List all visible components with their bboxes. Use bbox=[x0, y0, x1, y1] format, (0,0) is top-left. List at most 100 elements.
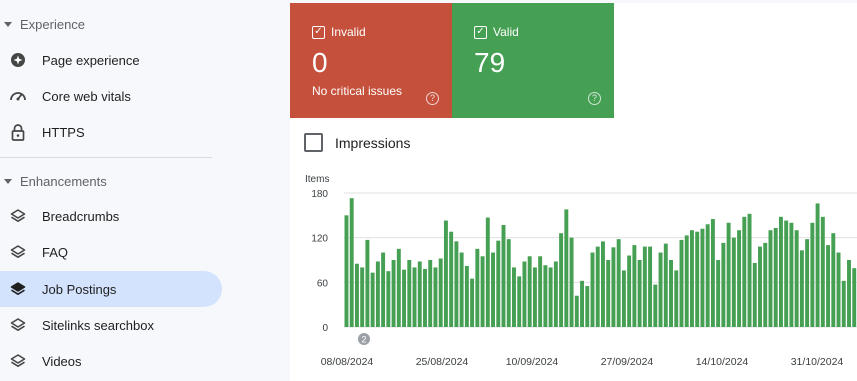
sidebar-item-page-experience[interactable]: Page experience bbox=[0, 42, 222, 78]
bar bbox=[778, 216, 783, 327]
bar bbox=[621, 270, 626, 327]
layers-icon bbox=[9, 280, 27, 298]
bar bbox=[820, 216, 825, 327]
sidebar-divider bbox=[0, 157, 212, 158]
bar bbox=[396, 248, 401, 327]
y-tick-label: 120 bbox=[311, 234, 328, 245]
invalid-card-header: ✓ Invalid bbox=[312, 25, 366, 39]
bar bbox=[815, 203, 820, 327]
bar bbox=[731, 237, 736, 327]
sidebar-item-videos[interactable]: Videos bbox=[0, 343, 222, 379]
checkbox-checked-icon[interactable]: ✓ bbox=[312, 25, 325, 39]
bar bbox=[506, 239, 511, 327]
bar bbox=[852, 268, 857, 327]
sidebar-item-job-postings[interactable]: Job Postings bbox=[0, 271, 222, 307]
bar bbox=[375, 261, 380, 327]
valid-label: Valid bbox=[493, 25, 519, 39]
help-icon[interactable]: ? bbox=[588, 92, 601, 105]
bar bbox=[522, 261, 527, 327]
bar bbox=[512, 267, 516, 327]
bar bbox=[627, 255, 632, 327]
valid-card-header: ✓ Valid bbox=[474, 25, 519, 39]
bar bbox=[496, 240, 501, 327]
help-icon[interactable]: ? bbox=[426, 92, 439, 105]
bar bbox=[438, 258, 443, 327]
sidebar-item-sitelinks-searchbox[interactable]: Sitelinks searchbox bbox=[0, 307, 222, 343]
invalid-subtext: No critical issues bbox=[312, 84, 403, 98]
bar bbox=[721, 242, 726, 327]
x-tick-label: 25/08/2024 bbox=[416, 356, 469, 368]
bar bbox=[470, 278, 475, 327]
bar bbox=[538, 256, 543, 327]
bar bbox=[752, 262, 757, 327]
bar bbox=[386, 271, 391, 327]
bar bbox=[412, 267, 417, 327]
bar bbox=[485, 217, 490, 327]
bar bbox=[501, 225, 506, 327]
sidebar-item-label: HTTPS bbox=[42, 124, 85, 140]
caret-down-icon bbox=[4, 21, 12, 27]
y-tick-label: 180 bbox=[311, 189, 328, 200]
x-tick-label: 10/09/2024 bbox=[506, 356, 559, 368]
sidebar-item-faq[interactable]: FAQ bbox=[0, 234, 222, 270]
bar bbox=[747, 213, 752, 327]
bar bbox=[648, 246, 653, 327]
bar bbox=[658, 252, 663, 327]
bar bbox=[417, 261, 422, 327]
bar bbox=[407, 260, 412, 327]
invalid-count: 0 bbox=[312, 47, 328, 78]
bar bbox=[595, 246, 600, 327]
sidebar: Experience Page experience Core web vita… bbox=[0, 0, 290, 381]
y-tick-label: 60 bbox=[317, 278, 329, 289]
bar bbox=[642, 246, 647, 327]
sidebar-item-core-web-vitals[interactable]: Core web vitals bbox=[0, 78, 222, 114]
x-tick-label: 27/09/2024 bbox=[601, 356, 654, 368]
invalid-label: Invalid bbox=[331, 25, 366, 39]
bar bbox=[585, 286, 590, 327]
invalid-card[interactable]: ✓ Invalid 0 No critical issues ? bbox=[290, 3, 452, 118]
bar bbox=[689, 230, 694, 327]
x-tick-label: 31/10/2024 bbox=[791, 356, 844, 368]
bar bbox=[799, 250, 804, 327]
lock-icon bbox=[9, 123, 27, 141]
bar bbox=[354, 263, 359, 327]
sidebar-item-label: Breadcrumbs bbox=[42, 208, 120, 224]
bar bbox=[381, 252, 386, 327]
bar bbox=[402, 269, 407, 327]
bar bbox=[517, 276, 522, 327]
impressions-toggle[interactable]: Impressions bbox=[304, 133, 410, 152]
bar bbox=[344, 215, 349, 327]
impressions-label: Impressions bbox=[335, 134, 411, 151]
bar bbox=[569, 237, 574, 327]
bar bbox=[423, 268, 427, 327]
experience-section-header[interactable]: Experience bbox=[0, 12, 85, 36]
bar bbox=[428, 260, 433, 327]
bar bbox=[580, 280, 584, 327]
enhancements-section-header[interactable]: Enhancements bbox=[0, 169, 107, 193]
valid-card[interactable]: ✓ Valid 79 ? bbox=[452, 3, 614, 118]
main-panel: ✓ Invalid 0 No critical issues ? ✓ Valid… bbox=[290, 0, 857, 381]
checkbox-checked-icon[interactable]: ✓ bbox=[474, 25, 487, 39]
bar bbox=[454, 241, 459, 327]
bar-chart: Items 180 120 60 0 2 08/08/2024 25/08/2024 10/09… bbox=[305, 174, 857, 368]
bar bbox=[831, 233, 836, 327]
bar bbox=[459, 252, 464, 327]
bar bbox=[810, 222, 815, 327]
sidebar-item-https[interactable]: HTTPS bbox=[0, 114, 222, 150]
annotation-label: 2 bbox=[361, 335, 366, 345]
layers-icon bbox=[9, 243, 27, 261]
checkbox-unchecked-icon[interactable] bbox=[304, 133, 323, 152]
bar bbox=[805, 239, 810, 327]
bar bbox=[574, 295, 579, 327]
sidebar-item-label: Core web vitals bbox=[42, 88, 131, 104]
sidebar-item-label: Job Postings bbox=[42, 281, 117, 297]
bar bbox=[543, 265, 548, 327]
bar bbox=[653, 284, 658, 327]
x-tick-label: 08/08/2024 bbox=[321, 356, 374, 368]
bar bbox=[637, 260, 642, 327]
bar bbox=[590, 252, 595, 327]
bar bbox=[710, 219, 715, 327]
bar bbox=[841, 280, 846, 327]
bar bbox=[564, 209, 569, 327]
sidebar-item-breadcrumbs[interactable]: Breadcrumbs bbox=[0, 198, 222, 234]
